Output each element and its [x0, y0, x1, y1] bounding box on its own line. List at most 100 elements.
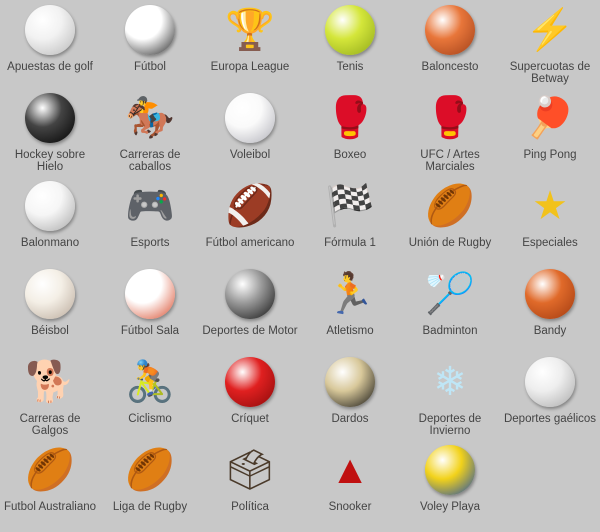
basketball-icon	[424, 4, 476, 56]
sport-tile[interactable]: 🚴 Ciclismo	[100, 356, 200, 444]
sport-label: Deportes de Motor	[202, 325, 298, 337]
runner-icon: 🏃	[325, 272, 375, 316]
sport-label: Deportes de Invierno	[418, 413, 482, 437]
sport-tile[interactable]: ▲ Snooker	[300, 444, 400, 532]
sport-tile[interactable]: 🏈 Fútbol americano	[200, 180, 300, 268]
sport-label: Fórmula 1	[324, 237, 376, 249]
sport-label: Esports	[130, 237, 170, 249]
sport-label: Voleibol	[229, 149, 271, 161]
sport-tile[interactable]: 🗳 Política	[200, 444, 300, 532]
volleyball-icon	[224, 92, 276, 144]
sport-tile[interactable]: Dardos	[300, 356, 400, 444]
sport-label: Deportes gaélicos	[503, 413, 597, 425]
sport-label: Ping Pong	[523, 149, 577, 161]
sport-tile[interactable]: 🏇 Carreras de caballos	[100, 92, 200, 180]
sport-label: Liga de Rugby	[112, 501, 188, 513]
sport-tile[interactable]: Deportes gaélicos	[500, 356, 600, 444]
sport-tile[interactable]: Tenis	[300, 4, 400, 92]
sport-tile[interactable]: Críquet	[200, 356, 300, 444]
sport-tile[interactable]: Bandy	[500, 268, 600, 356]
sport-label: UFC / Artes Marciales	[420, 149, 480, 173]
sport-label: Fútbol	[134, 61, 166, 73]
sport-tile[interactable]: 🥊 Boxeo	[300, 92, 400, 180]
boxing-gloves-icon: 🥊	[325, 96, 375, 140]
greyhound-icon: 🐕	[25, 360, 75, 404]
horse-racing-icon: 🏇	[125, 96, 175, 140]
sport-label: Badminton	[422, 325, 478, 337]
ballot-box-icon: 🗳	[224, 448, 276, 492]
sport-tile[interactable]: 🐕 Carreras de Galgos	[0, 356, 100, 444]
sport-tile[interactable]: Fútbol	[100, 4, 200, 92]
bandy-ball-icon	[524, 268, 576, 320]
checkered-flag-icon: 🏁	[325, 184, 375, 228]
sport-tile[interactable]: 🏉 Liga de Rugby	[100, 444, 200, 532]
sport-label: Boxeo	[333, 149, 367, 161]
sport-label: Futbol Australiano	[3, 501, 97, 513]
handball-icon	[24, 180, 76, 232]
sport-tile[interactable]: 🏉 Futbol Australiano	[0, 444, 100, 532]
sport-tile[interactable]: Deportes de Motor	[200, 268, 300, 356]
gamepad-icon: 🎮	[125, 184, 175, 228]
sport-label: Béisbol	[31, 325, 69, 337]
sport-tile[interactable]: Hockey sobre Hielo	[0, 92, 100, 180]
hurling-icon	[524, 356, 576, 408]
beach-volleyball-icon	[424, 444, 476, 496]
sport-tile[interactable]: 🎮 Esports	[100, 180, 200, 268]
mma-gloves-icon: 🥊	[425, 96, 475, 140]
cricket-ball-icon	[224, 356, 276, 408]
sport-label: Tenis	[336, 61, 364, 73]
sport-tile[interactable]: 🏁 Fórmula 1	[300, 180, 400, 268]
rugby-league-ball-icon: 🏉	[125, 448, 175, 492]
rugby-ball-icon: 🏉	[425, 184, 475, 228]
sport-tile[interactable]: Apuestas de golf	[0, 4, 100, 92]
sport-tile[interactable]: Voley Playa	[400, 444, 500, 532]
sport-label: Carreras de Galgos	[19, 413, 81, 437]
snowflake-icon: ❄	[433, 360, 467, 404]
sport-label: Hockey sobre Hielo	[14, 149, 86, 173]
bicycle-icon: 🚴	[125, 360, 175, 404]
sport-label: Snooker	[328, 501, 372, 513]
sport-tile[interactable]: ⚡ Supercuotas de Betway	[500, 4, 600, 92]
lightning-icon: ⚡	[525, 8, 575, 52]
baseball-icon	[24, 268, 76, 320]
dartboard-icon	[324, 356, 376, 408]
sport-tile[interactable]: 🏃 Atletismo	[300, 268, 400, 356]
sport-label: Supercuotas de Betway	[509, 61, 591, 85]
sport-tile[interactable]: Voleibol	[200, 92, 300, 180]
sport-label: Críquet	[231, 413, 269, 425]
tyre-icon	[224, 268, 276, 320]
sport-tile[interactable]: Fútbol Sala	[100, 268, 200, 356]
sport-label: Voley Playa	[419, 501, 481, 513]
sports-grid: Apuestas de golf Fútbol 🏆 Europa League Teni…	[0, 0, 600, 532]
sport-label: Política	[231, 501, 269, 513]
sport-label: Atletismo	[326, 325, 374, 337]
sport-tile[interactable]: Béisbol	[0, 268, 100, 356]
sport-label: Bandy	[533, 325, 567, 337]
shuttlecock-icon: 🏸	[425, 272, 475, 316]
star-icon: ★	[532, 184, 568, 228]
australian-football-icon: 🏉	[25, 448, 75, 492]
sport-label: Carreras de caballos	[119, 149, 181, 173]
sport-tile[interactable]: 🥊 UFC / Artes Marciales	[400, 92, 500, 180]
sport-tile[interactable]: Balonmano	[0, 180, 100, 268]
sport-label: Unión de Rugby	[408, 237, 492, 249]
hockey-puck-icon	[24, 92, 76, 144]
sport-tile[interactable]: 🏉 Unión de Rugby	[400, 180, 500, 268]
sport-tile[interactable]: ★ Especiales	[500, 180, 600, 268]
sport-label: Balonmano	[20, 237, 80, 249]
tennis-ball-icon	[324, 4, 376, 56]
sport-tile[interactable]: Baloncesto	[400, 4, 500, 92]
sport-label: Fútbol Sala	[120, 325, 180, 337]
sport-tile[interactable]: 🏆 Europa League	[200, 4, 300, 92]
snooker-balls-icon: ▲	[330, 448, 370, 492]
golf-ball-icon	[24, 4, 76, 56]
sport-label: Apuestas de golf	[7, 61, 93, 73]
sport-label: Dardos	[331, 413, 369, 425]
sport-label: Fútbol americano	[205, 237, 295, 249]
sport-tile[interactable]: 🏸 Badminton	[400, 268, 500, 356]
sport-tile[interactable]: 🏓 Ping Pong	[500, 92, 600, 180]
sport-tile[interactable]: ❄ Deportes de Invierno	[400, 356, 500, 444]
sport-label: Europa League	[210, 61, 290, 73]
american-football-icon: 🏈	[225, 184, 275, 228]
soccer-ball-icon	[124, 4, 176, 56]
